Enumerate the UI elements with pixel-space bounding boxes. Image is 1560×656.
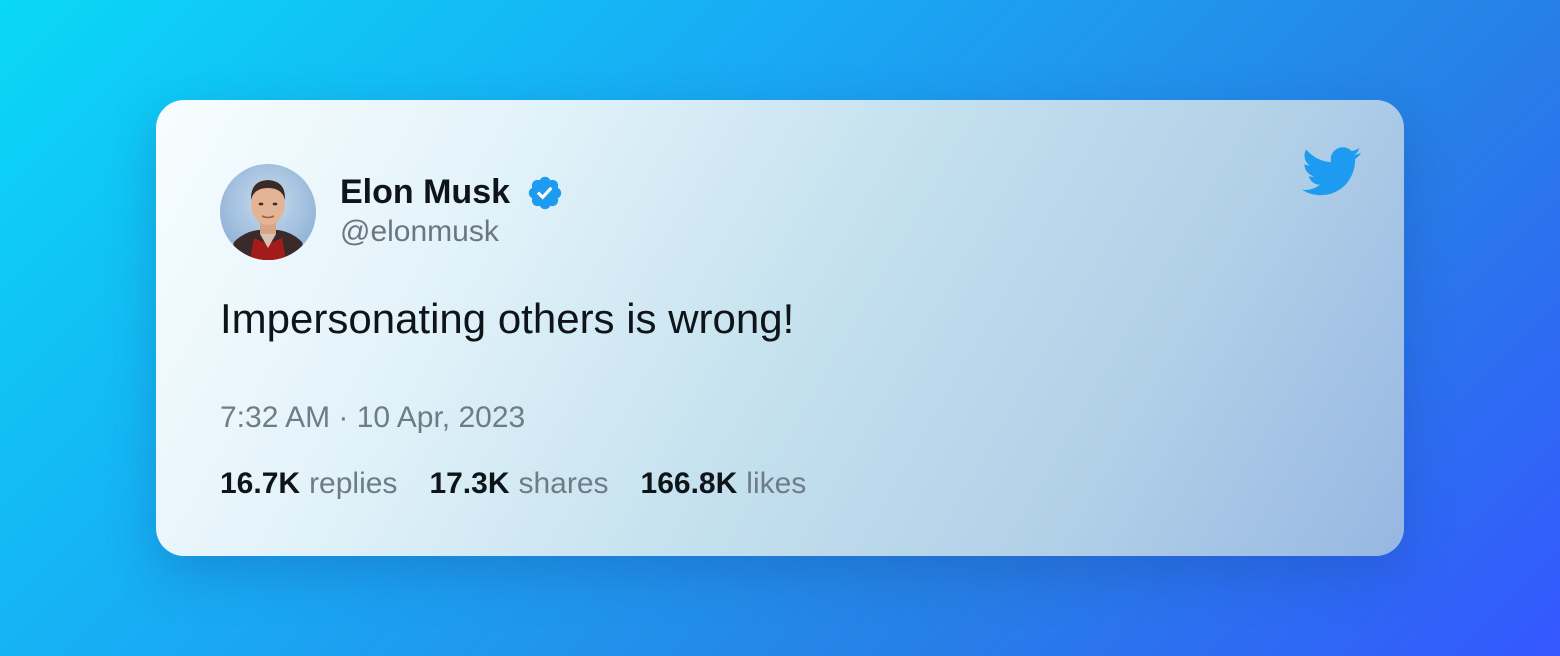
author-handle[interactable]: @elonmusk xyxy=(340,214,499,250)
shares-count: 17.3K xyxy=(429,467,510,500)
twitter-bird-icon xyxy=(1302,147,1362,196)
likes-count: 166.8K xyxy=(640,467,738,500)
tweet-stats: 16.7K replies 17.3K shares 166.8K likes xyxy=(220,466,806,502)
replies-stat[interactable]: 16.7K replies xyxy=(220,466,397,502)
tweet-timestamp[interactable]: 7:32 AM · 10 Apr, 2023 xyxy=(220,400,525,436)
replies-label: replies xyxy=(309,467,398,500)
likes-stat[interactable]: 166.8K likes xyxy=(641,466,807,502)
avatar-image xyxy=(220,164,316,260)
tweet-card: Elon Musk @elonmusk Impersonating others… xyxy=(156,100,1404,556)
shares-stat[interactable]: 17.3K shares xyxy=(429,466,608,502)
replies-count: 16.7K xyxy=(220,467,301,500)
author-display-name[interactable]: Elon Musk xyxy=(340,172,510,212)
verified-badge-icon xyxy=(528,176,562,210)
avatar[interactable] xyxy=(220,164,316,260)
shares-label: shares xyxy=(518,467,609,500)
tweet-text: Impersonating others is wrong! xyxy=(220,295,795,342)
likes-label: likes xyxy=(746,467,807,500)
